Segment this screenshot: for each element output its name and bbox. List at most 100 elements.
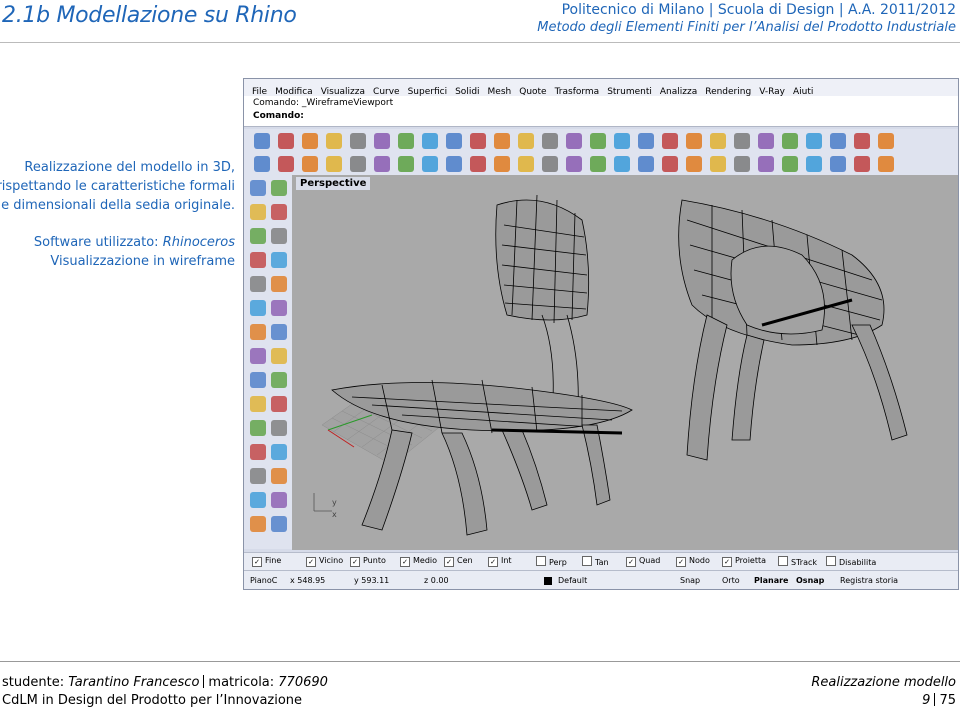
checkbox-icon[interactable] <box>778 556 788 566</box>
osnap-punto[interactable]: ✓ Punto <box>350 556 386 567</box>
checkbox-icon[interactable] <box>536 556 546 566</box>
draw-tool-icon[interactable] <box>250 492 266 508</box>
checkbox-icon[interactable]: ✓ <box>306 557 316 567</box>
draw-tool-icon[interactable] <box>250 228 266 244</box>
draw-tool-icon[interactable] <box>271 516 287 532</box>
draw-tool-icon[interactable] <box>271 180 287 196</box>
osnap-disabilita[interactable]: Disabilita <box>826 556 876 567</box>
osnap-medio[interactable]: ✓ Medio <box>400 556 437 567</box>
standard-tool-icon[interactable] <box>326 133 342 149</box>
checkbox-icon[interactable]: ✓ <box>444 557 454 567</box>
draw-tool-icon[interactable] <box>250 204 266 220</box>
solid-tool-icon[interactable] <box>782 156 798 172</box>
solid-tool-icon[interactable] <box>422 156 438 172</box>
solid-tool-icon[interactable] <box>662 156 678 172</box>
checkbox-icon[interactable]: ✓ <box>676 557 686 567</box>
standard-tool-icon[interactable] <box>806 133 822 149</box>
solid-tool-icon[interactable] <box>566 156 582 172</box>
standard-tool-icon[interactable] <box>446 133 462 149</box>
osnap-strack[interactable]: STrack <box>778 556 817 567</box>
solid-tool-icon[interactable] <box>854 156 870 172</box>
draw-tool-icon[interactable] <box>250 276 266 292</box>
status-osnap[interactable]: Osnap <box>796 576 824 585</box>
solid-tool-icon[interactable] <box>734 156 750 172</box>
osnap-fine[interactable]: ✓ Fine <box>252 556 281 567</box>
draw-tool-icon[interactable] <box>250 516 266 532</box>
draw-tool-icon[interactable] <box>250 348 266 364</box>
draw-tool-icon[interactable] <box>250 180 266 196</box>
standard-tool-icon[interactable] <box>854 133 870 149</box>
draw-tool-icon[interactable] <box>271 228 287 244</box>
standard-tool-icon[interactable] <box>374 133 390 149</box>
draw-tool-icon[interactable] <box>271 396 287 412</box>
draw-tool-icon[interactable] <box>250 300 266 316</box>
command-area[interactable]: Comando: _WireframeViewport Comando: <box>244 96 958 127</box>
standard-tool-icon[interactable] <box>878 133 894 149</box>
solid-tool-icon[interactable] <box>518 156 534 172</box>
standard-tool-icon[interactable] <box>278 133 294 149</box>
checkbox-icon[interactable]: ✓ <box>488 557 498 567</box>
standard-tool-icon[interactable] <box>830 133 846 149</box>
draw-tool-icon[interactable] <box>271 300 287 316</box>
solid-tool-icon[interactable] <box>686 156 702 172</box>
standard-tool-icon[interactable] <box>302 133 318 149</box>
draw-tool-icon[interactable] <box>271 372 287 388</box>
status-cplane[interactable]: PianoC <box>250 576 277 585</box>
standard-tool-icon[interactable] <box>638 133 654 149</box>
solid-tool-icon[interactable] <box>542 156 558 172</box>
solid-tool-icon[interactable] <box>302 156 318 172</box>
osnap-proietta[interactable]: ✓ Proietta <box>722 556 766 567</box>
solid-tool-icon[interactable] <box>638 156 654 172</box>
osnap-nodo[interactable]: ✓ Nodo <box>676 556 710 567</box>
solid-tool-icon[interactable] <box>830 156 846 172</box>
osnap-vicino[interactable]: ✓ Vicino <box>306 556 343 567</box>
solid-tool-icon[interactable] <box>494 156 510 172</box>
solid-tool-icon[interactable] <box>254 156 270 172</box>
solid-tool-icon[interactable] <box>398 156 414 172</box>
standard-tool-icon[interactable] <box>350 133 366 149</box>
draw-tool-icon[interactable] <box>271 324 287 340</box>
standard-tool-icon[interactable] <box>566 133 582 149</box>
solid-tool-icon[interactable] <box>350 156 366 172</box>
standard-tool-icon[interactable] <box>782 133 798 149</box>
standard-tool-icon[interactable] <box>686 133 702 149</box>
osnap-perp[interactable]: Perp <box>536 556 567 567</box>
draw-tool-icon[interactable] <box>271 492 287 508</box>
solid-tool-icon[interactable] <box>326 156 342 172</box>
osnap-int[interactable]: ✓ Int <box>488 556 512 567</box>
checkbox-icon[interactable]: ✓ <box>252 557 262 567</box>
draw-tool-icon[interactable] <box>271 420 287 436</box>
checkbox-icon[interactable]: ✓ <box>350 557 360 567</box>
solid-tool-icon[interactable] <box>878 156 894 172</box>
status-orto[interactable]: Orto <box>722 576 740 585</box>
checkbox-icon[interactable]: ✓ <box>626 557 636 567</box>
status-snap[interactable]: Snap <box>680 576 700 585</box>
standard-tool-icon[interactable] <box>590 133 606 149</box>
standard-tool-icon[interactable] <box>758 133 774 149</box>
standard-tool-icon[interactable] <box>494 133 510 149</box>
standard-tool-icon[interactable] <box>422 133 438 149</box>
standard-tool-icon[interactable] <box>398 133 414 149</box>
standard-tool-icon[interactable] <box>710 133 726 149</box>
checkbox-icon[interactable] <box>582 556 592 566</box>
solid-tool-icon[interactable] <box>758 156 774 172</box>
osnap-quad[interactable]: ✓ Quad <box>626 556 660 567</box>
standard-tool-icon[interactable] <box>254 133 270 149</box>
perspective-viewport[interactable]: Perspective y x <box>292 175 958 550</box>
draw-tool-icon[interactable] <box>250 252 266 268</box>
solid-tool-icon[interactable] <box>446 156 462 172</box>
draw-tool-icon[interactable] <box>250 420 266 436</box>
solid-tool-icon[interactable] <box>806 156 822 172</box>
checkbox-icon[interactable] <box>826 556 836 566</box>
status-history[interactable]: Registra storia <box>840 576 898 585</box>
draw-tool-icon[interactable] <box>250 396 266 412</box>
standard-tool-icon[interactable] <box>614 133 630 149</box>
command-prompt[interactable]: Comando: <box>253 111 304 121</box>
checkbox-icon[interactable]: ✓ <box>722 557 732 567</box>
draw-tool-icon[interactable] <box>250 444 266 460</box>
standard-tool-icon[interactable] <box>734 133 750 149</box>
draw-tool-icon[interactable] <box>271 468 287 484</box>
solid-tool-icon[interactable] <box>470 156 486 172</box>
draw-tool-icon[interactable] <box>271 348 287 364</box>
checkbox-icon[interactable]: ✓ <box>400 557 410 567</box>
